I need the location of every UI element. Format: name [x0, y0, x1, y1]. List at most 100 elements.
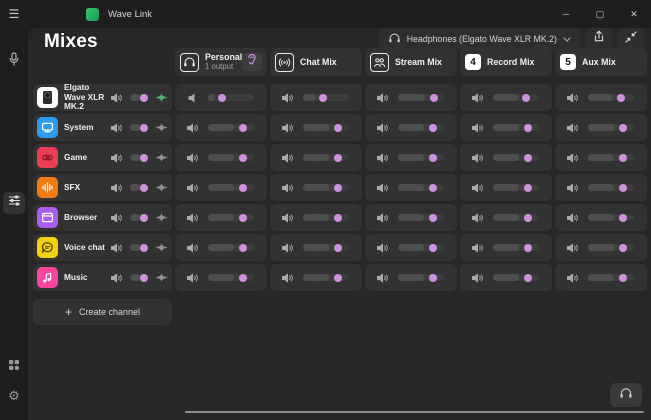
volume-thumb[interactable]	[239, 184, 247, 192]
volume-slider[interactable]	[130, 184, 148, 191]
volume-slider[interactable]	[398, 184, 444, 191]
volume-slider[interactable]	[303, 184, 349, 191]
volume-thumb[interactable]	[619, 184, 627, 192]
volume-thumb[interactable]	[429, 244, 437, 252]
volume-thumb[interactable]	[524, 244, 532, 252]
volume-thumb[interactable]	[334, 274, 342, 282]
volume-thumb[interactable]	[239, 274, 247, 282]
volume-slider[interactable]	[493, 274, 539, 281]
effects-button[interactable]	[155, 243, 168, 252]
volume-slider[interactable]	[130, 274, 148, 281]
minimize-button[interactable]: ─	[549, 0, 583, 28]
volume-slider[interactable]	[493, 154, 539, 161]
rail-item-settings[interactable]: ⚙	[3, 384, 25, 406]
volume-thumb[interactable]	[619, 214, 627, 222]
volume-slider[interactable]	[130, 94, 148, 101]
mix-header-chat-mix[interactable]: Chat Mix	[270, 48, 362, 76]
maximize-button[interactable]: ▢	[583, 0, 617, 28]
volume-slider[interactable]	[588, 274, 634, 281]
volume-thumb[interactable]	[334, 244, 342, 252]
volume-slider[interactable]	[588, 184, 634, 191]
volume-slider[interactable]	[303, 124, 349, 131]
create-channel-button[interactable]: + Create channel	[33, 299, 172, 325]
volume-slider[interactable]	[208, 94, 254, 101]
volume-slider[interactable]	[130, 214, 148, 221]
mix-header-stream-mix[interactable]: Stream Mix	[365, 48, 457, 76]
effects-button[interactable]	[155, 93, 168, 102]
volume-slider[interactable]	[588, 94, 634, 101]
volume-thumb[interactable]	[429, 184, 437, 192]
volume-slider[interactable]	[303, 244, 349, 251]
mix-header-record-mix[interactable]: 4Record Mix	[460, 48, 552, 76]
volume-thumb[interactable]	[140, 184, 148, 192]
effects-button[interactable]	[155, 183, 168, 192]
rail-item-microphone[interactable]	[3, 50, 25, 72]
volume-slider[interactable]	[588, 244, 634, 251]
volume-thumb[interactable]	[429, 154, 437, 162]
volume-thumb[interactable]	[619, 154, 627, 162]
volume-thumb[interactable]	[430, 94, 438, 102]
volume-thumb[interactable]	[619, 244, 627, 252]
effects-button[interactable]	[155, 273, 168, 282]
volume-slider[interactable]	[493, 244, 539, 251]
share-button[interactable]	[586, 28, 612, 50]
volume-thumb[interactable]	[617, 94, 625, 102]
volume-thumb[interactable]	[140, 244, 148, 252]
volume-slider[interactable]	[588, 154, 634, 161]
volume-slider[interactable]	[208, 214, 254, 221]
hamburger-menu-icon[interactable]: ☰	[0, 7, 28, 21]
volume-thumb[interactable]	[239, 154, 247, 162]
monitor-output-button[interactable]	[610, 383, 642, 407]
volume-slider[interactable]	[130, 244, 148, 251]
effects-button[interactable]	[155, 213, 168, 222]
volume-thumb[interactable]	[140, 214, 148, 222]
collapse-view-button[interactable]	[618, 28, 644, 50]
volume-thumb[interactable]	[524, 154, 532, 162]
volume-thumb[interactable]	[239, 244, 247, 252]
volume-slider[interactable]	[588, 124, 634, 131]
volume-thumb[interactable]	[334, 214, 342, 222]
volume-slider[interactable]	[493, 184, 539, 191]
volume-slider[interactable]	[208, 244, 254, 251]
volume-thumb[interactable]	[524, 274, 532, 282]
volume-thumb[interactable]	[140, 154, 148, 162]
volume-thumb[interactable]	[140, 274, 148, 282]
volume-thumb[interactable]	[140, 124, 148, 132]
volume-slider[interactable]	[303, 154, 349, 161]
volume-thumb[interactable]	[429, 124, 437, 132]
volume-slider[interactable]	[493, 94, 539, 101]
volume-thumb[interactable]	[334, 154, 342, 162]
horizontal-scrollbar[interactable]	[185, 411, 644, 413]
close-button[interactable]: ✕	[617, 0, 651, 28]
volume-slider[interactable]	[208, 124, 254, 131]
volume-slider[interactable]	[398, 124, 444, 131]
volume-slider[interactable]	[208, 274, 254, 281]
volume-slider[interactable]	[130, 154, 148, 161]
volume-slider[interactable]	[493, 124, 539, 131]
volume-slider[interactable]	[398, 244, 444, 251]
effects-button[interactable]	[155, 123, 168, 132]
volume-thumb[interactable]	[619, 124, 627, 132]
volume-thumb[interactable]	[218, 94, 226, 102]
volume-thumb[interactable]	[524, 124, 532, 132]
monitor-mix-button[interactable]	[242, 53, 262, 71]
volume-slider[interactable]	[398, 214, 444, 221]
volume-thumb[interactable]	[524, 184, 532, 192]
volume-slider[interactable]	[493, 214, 539, 221]
rail-item-mixer[interactable]	[3, 192, 25, 214]
rail-item-marketplace[interactable]	[3, 356, 25, 378]
volume-slider[interactable]	[208, 184, 254, 191]
mix-header-aux-mix[interactable]: 5Aux Mix	[555, 48, 647, 76]
volume-slider[interactable]	[303, 214, 349, 221]
volume-thumb[interactable]	[522, 94, 530, 102]
volume-slider[interactable]	[588, 214, 634, 221]
volume-slider[interactable]	[208, 154, 254, 161]
volume-thumb[interactable]	[334, 124, 342, 132]
volume-thumb[interactable]	[239, 124, 247, 132]
mix-header-personal-mix[interactable]: Personal Mix1 output	[175, 48, 267, 76]
volume-slider[interactable]	[303, 94, 349, 101]
effects-button[interactable]	[155, 153, 168, 162]
volume-thumb[interactable]	[524, 214, 532, 222]
volume-slider[interactable]	[398, 154, 444, 161]
volume-thumb[interactable]	[319, 94, 327, 102]
